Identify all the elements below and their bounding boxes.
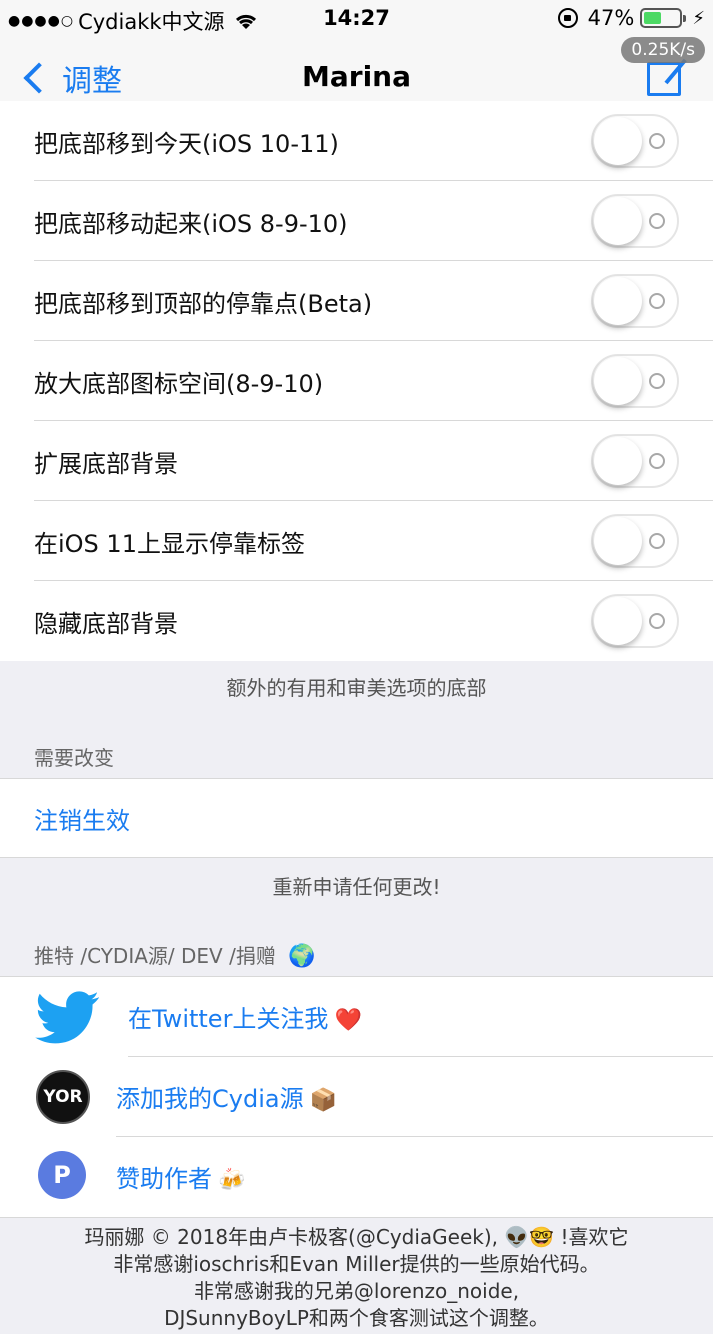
respring-row[interactable]: 注销生效 [0,779,713,857]
network-speed-badge: 0.25K/s [621,37,705,63]
toggle-knob [594,357,642,405]
toggle-label: 在iOS 11上显示停靠标签 [34,529,305,558]
globe-icon: 🌍 [288,944,316,969]
toggle-off-indicator-icon [649,133,665,149]
battery-icon [640,8,687,28]
toggle-row: 把底部移到顶部的停靠点(Beta) [0,261,713,341]
toggle-switch[interactable] [591,194,679,248]
toggle-switch[interactable] [591,434,679,488]
toggle-label: 把底部移到今天(iOS 10-11) [34,129,339,158]
toggle-label: 隐藏底部背景 [34,609,178,638]
toggle-row: 放大底部图标空间(8-9-10) [0,341,713,421]
toggle-knob [594,597,642,645]
toggle-off-indicator-icon [649,373,665,389]
paypal-logo-icon: P [38,1151,86,1199]
heart-icon: ❤️ [334,1008,362,1033]
toggle-off-indicator-icon [649,613,665,629]
donate-link[interactable]: 赞助作者 🍻 [116,1159,245,1194]
toggle-knob [594,117,642,165]
credits-line: 玛丽娜 © 2018年由卢卡极客(@CydiaGeek), 👽🤓 !喜欢它 [84,1225,629,1249]
twitter-follow-label: 在Twitter上关注我 [128,1005,329,1033]
toggle-label: 扩展底部背景 [34,449,178,478]
charging-bolt-icon: ⚡ [692,7,705,29]
credits-text: 玛丽娜 © 2018年由卢卡极客(@CydiaGeek), 👽🤓 !喜欢它 非常… [0,1224,713,1332]
compose-icon[interactable] [647,62,681,96]
donate-label: 赞助作者 [116,1165,212,1193]
toggle-knob [594,277,642,325]
toggle-switch[interactable] [591,594,679,648]
toggle-off-indicator-icon [649,213,665,229]
social-item-twitter[interactable]: 在Twitter上关注我 ❤️ [0,977,713,1057]
respring-footer-note: 重新申请任何更改! [272,875,441,899]
twitter-follow-link[interactable]: 在Twitter上关注我 ❤️ [128,999,362,1034]
toggle-switch[interactable] [591,274,679,328]
toggle-row: 扩展底部背景 [0,421,713,501]
toggle-row: 隐藏底部背景 [0,581,713,661]
toggle-label: 放大底部图标空间(8-9-10) [34,369,324,398]
toggle-knob [594,437,642,485]
battery-percent: 47% [587,6,635,30]
respring-group: 注销生效 [0,778,713,858]
add-cydia-repo-label: 添加我的Cydia源 [116,1085,304,1113]
toggle-knob [594,197,642,245]
status-bar: ●●●●○ Cydiakk中文源 14:27 47% ⚡ [0,0,713,40]
beer-mugs-icon: 🍻 [218,1168,246,1193]
toggles-footer-note: 额外的有用和审美选项的底部 [226,676,487,700]
toggle-row: 把底部移到今天(iOS 10-11) [0,101,713,181]
social-section-header: 推特 /CYDIA源/ DEV /捐赠 🌍 [34,940,316,969]
credits-line: DJSunnyBoyLP和两个食客测试这个调整。 [164,1306,549,1330]
toggle-off-indicator-icon [649,533,665,549]
toggle-label: 把底部移动起来(iOS 8-9-10) [34,209,348,238]
toggle-row: 把底部移动起来(iOS 8-9-10) [0,181,713,261]
social-item-donate[interactable]: P 赞助作者 🍻 [0,1137,713,1217]
respring-section-header: 需要改变 [34,746,114,770]
respring-button[interactable]: 注销生效 [34,801,130,836]
yor-repo-logo-icon: YOR [36,1070,90,1124]
toggle-off-indicator-icon [649,453,665,469]
battery-fill [644,12,662,24]
toggle-switch[interactable] [591,354,679,408]
add-cydia-repo-link[interactable]: 添加我的Cydia源 📦 [116,1079,337,1114]
twitter-bird-icon [35,991,99,1044]
toggle-off-indicator-icon [649,293,665,309]
social-header-text: 推特 /CYDIA源/ DEV /捐赠 [34,944,276,968]
package-icon: 📦 [309,1088,337,1113]
toggle-switch[interactable] [591,114,679,168]
toggle-switch[interactable] [591,514,679,568]
toggle-label: 把底部移到顶部的停靠点(Beta) [34,289,373,318]
social-group: 在Twitter上关注我 ❤️ YOR 添加我的Cydia源 📦 P 赞助作者 🍻 [0,976,713,1218]
status-right: 47% ⚡ [557,6,705,30]
toggle-list: 把底部移到今天(iOS 10-11) 把底部移动起来(iOS 8-9-10) 把底部… [0,101,713,661]
credits-line: 非常感谢我的兄弟@lorenzo_noide, [193,1279,520,1303]
credits-line: 非常感谢ioschris和Evan Miller提供的一些原始代码。 [113,1252,600,1276]
toggle-knob [594,517,642,565]
page-title: Marina [302,60,411,93]
rotation-lock-icon [557,8,578,28]
toggle-row: 在iOS 11上显示停靠标签 [0,501,713,581]
social-item-cydia-repo[interactable]: YOR 添加我的Cydia源 📦 [0,1057,713,1137]
